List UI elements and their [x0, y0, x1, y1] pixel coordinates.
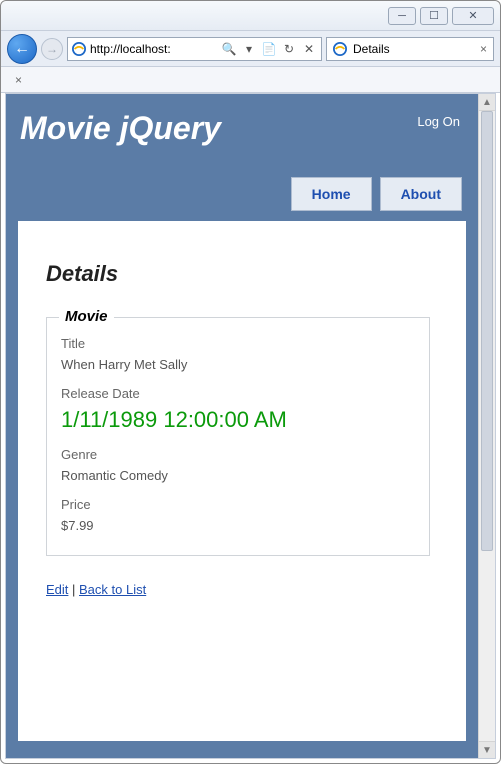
price-value: $7.99 [61, 518, 415, 533]
edit-link[interactable]: Edit [46, 582, 68, 597]
scroll-thumb[interactable] [481, 111, 493, 551]
back-button[interactable]: ← [7, 34, 37, 64]
fieldset-legend: Movie [59, 308, 114, 325]
title-label: Title [61, 336, 415, 351]
price-label: Price [61, 497, 415, 512]
field-title: Title When Harry Met Sally [61, 336, 415, 372]
page-body: Movie jQuery Log On Home About Details M… [6, 94, 478, 758]
nav-tab-home[interactable]: Home [291, 177, 372, 211]
stop-icon[interactable]: ✕ [301, 42, 317, 56]
genre-value: Romantic Comedy [61, 468, 415, 483]
movie-fieldset: Movie Title When Harry Met Sally Release… [46, 317, 430, 556]
window-close-button[interactable]: ✕ [452, 7, 494, 25]
compat-icon[interactable]: 📄 [261, 42, 277, 56]
back-to-list-link[interactable]: Back to List [79, 582, 146, 597]
scroll-up-arrow-icon[interactable]: ▲ [479, 94, 495, 111]
field-price: Price $7.99 [61, 497, 415, 533]
window-titlebar: ─ ☐ ✕ [1, 1, 500, 31]
site-title: Movie jQuery [20, 110, 221, 147]
maximize-button[interactable]: ☐ [420, 7, 448, 25]
dropdown-icon[interactable]: ▾ [241, 42, 257, 56]
address-bar[interactable]: http://localhost: 🔍 ▾ 📄 ↻ ✕ [67, 37, 322, 61]
ie-icon [72, 42, 86, 56]
release-label: Release Date [61, 386, 415, 401]
field-release: Release Date 1/11/1989 12:00:00 AM [61, 386, 415, 433]
tab-close-icon[interactable]: × [480, 42, 487, 56]
sub-toolbar: × [1, 67, 500, 93]
main-nav: Home About [18, 177, 462, 211]
genre-label: Genre [61, 447, 415, 462]
scroll-down-arrow-icon[interactable]: ▼ [479, 741, 495, 758]
vertical-scrollbar[interactable]: ▲ ▼ [478, 94, 495, 758]
title-value: When Harry Met Sally [61, 357, 415, 372]
back-arrow-icon: ← [14, 40, 30, 58]
forward-arrow-icon: → [46, 42, 58, 56]
logon-link[interactable]: Log On [417, 110, 460, 147]
content-panel: Details Movie Title When Harry Met Sally… [18, 221, 466, 741]
action-separator: | [68, 582, 79, 597]
forward-button[interactable]: → [41, 38, 63, 60]
ie-tab-icon [333, 42, 347, 56]
refresh-icon[interactable]: ↻ [281, 42, 297, 56]
browser-viewport: Movie jQuery Log On Home About Details M… [5, 93, 496, 759]
browser-tab[interactable]: Details × [326, 37, 494, 61]
close-icon[interactable]: × [15, 73, 22, 87]
page-header: Movie jQuery Log On [18, 106, 466, 155]
nav-tab-about[interactable]: About [380, 177, 462, 211]
action-links: Edit | Back to List [46, 582, 438, 597]
release-value: 1/11/1989 12:00:00 AM [61, 407, 415, 433]
browser-nav-toolbar: ← → http://localhost: 🔍 ▾ 📄 ↻ ✕ Details … [1, 31, 500, 67]
url-text: http://localhost: [90, 42, 217, 56]
page-heading: Details [46, 261, 438, 287]
minimize-button[interactable]: ─ [388, 7, 416, 25]
field-genre: Genre Romantic Comedy [61, 447, 415, 483]
tab-title: Details [353, 42, 390, 56]
search-icon[interactable]: 🔍 [221, 42, 237, 56]
